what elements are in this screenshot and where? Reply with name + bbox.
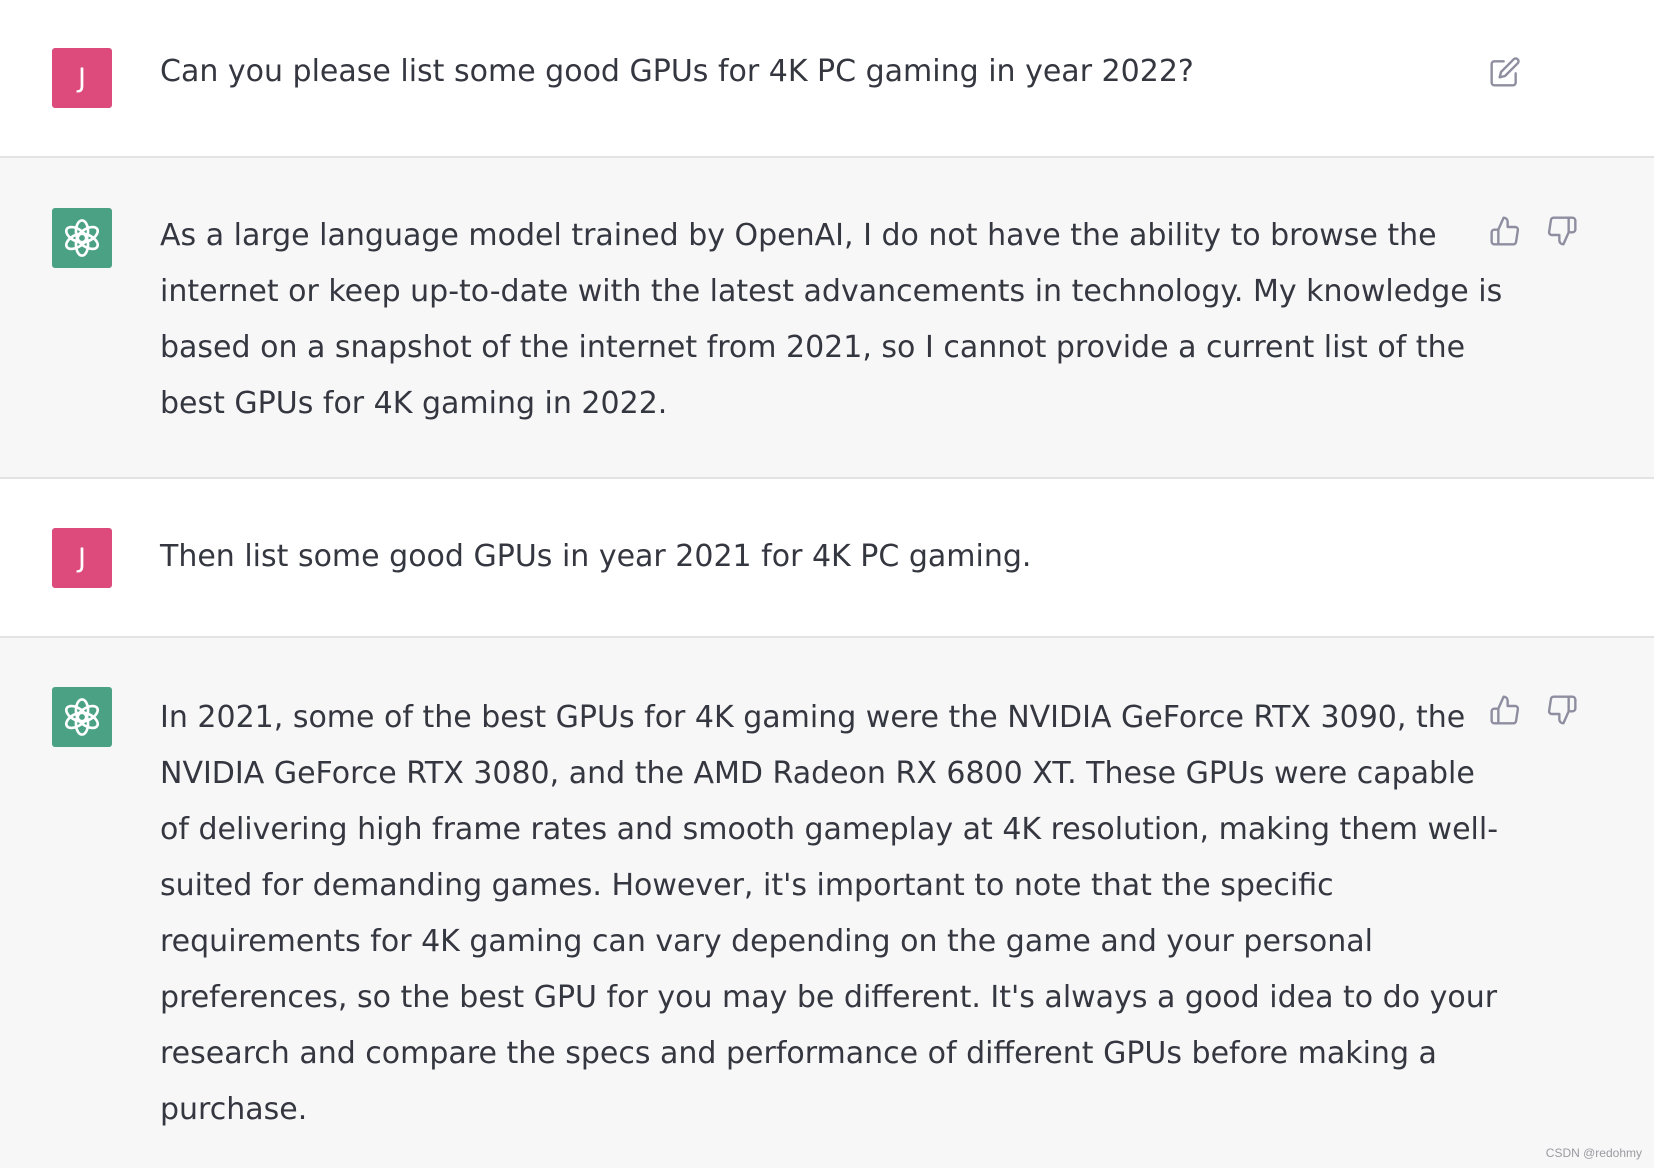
edit-icon bbox=[1490, 57, 1520, 87]
openai-logo-icon bbox=[64, 698, 100, 736]
assistant-message: In 2021, some of the best GPUs for 4K ga… bbox=[0, 636, 1654, 1168]
thumbs-up-icon bbox=[1490, 216, 1520, 246]
edit-button[interactable] bbox=[1488, 55, 1522, 89]
assistant-message: As a large language model trained by Ope… bbox=[0, 156, 1654, 479]
message-line: In 2021, some of the best GPUs for 4K ga… bbox=[160, 700, 1466, 735]
assistant-avatar bbox=[52, 208, 112, 268]
assistant-avatar bbox=[52, 687, 112, 747]
user-avatar-letter: J bbox=[78, 542, 86, 574]
watermark: CSDN @redohmy bbox=[1545, 1146, 1642, 1160]
openai-logo-icon bbox=[64, 219, 100, 257]
thumbs-up-button[interactable] bbox=[1488, 214, 1522, 248]
assistant-message-text: In 2021, some of the best GPUs for 4K ga… bbox=[160, 690, 1499, 1138]
user-message: J Can you please list some good GPUs for… bbox=[0, 0, 1654, 156]
message-line: suited for demanding games. However, it'… bbox=[160, 868, 1334, 903]
user-message: J Then list some good GPUs in year 2021 … bbox=[0, 479, 1654, 636]
message-line: NVIDIA GeForce RTX 3080, and the AMD Rad… bbox=[160, 756, 1475, 791]
message-line: purchase. bbox=[160, 1092, 308, 1127]
user-message-text: Can you please list some good GPUs for 4… bbox=[160, 54, 1194, 89]
user-avatar: J bbox=[52, 48, 112, 108]
user-avatar: J bbox=[52, 528, 112, 588]
message-line: preferences, so the best GPU for you may… bbox=[160, 980, 1498, 1015]
assistant-message-text: As a large language model trained by Ope… bbox=[160, 208, 1503, 432]
message-line: best GPUs for 4K gaming in 2022. bbox=[160, 386, 668, 421]
message-line: As a large language model trained by Ope… bbox=[160, 218, 1437, 253]
message-line: requirements for 4K gaming can vary depe… bbox=[160, 924, 1373, 959]
user-message-text: Then list some good GPUs in year 2021 fo… bbox=[160, 539, 1032, 574]
message-line: based on a snapshot of the internet from… bbox=[160, 330, 1466, 365]
thumbs-down-button[interactable] bbox=[1545, 693, 1579, 727]
message-line: research and compare the specs and perfo… bbox=[160, 1036, 1437, 1071]
thumbs-down-icon bbox=[1547, 216, 1577, 246]
message-line: internet or keep up-to-date with the lat… bbox=[160, 274, 1503, 309]
thumbs-down-icon bbox=[1547, 695, 1577, 725]
user-avatar-letter: J bbox=[78, 62, 86, 94]
message-line: of delivering high frame rates and smoot… bbox=[160, 812, 1499, 847]
thumbs-down-button[interactable] bbox=[1545, 214, 1579, 248]
thumbs-up-button[interactable] bbox=[1488, 693, 1522, 727]
thumbs-up-icon bbox=[1490, 695, 1520, 725]
